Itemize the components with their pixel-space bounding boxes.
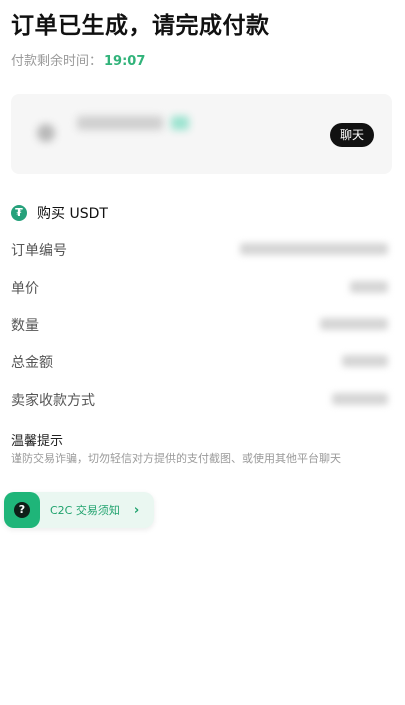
order-number-value-blurred[interactable]: [240, 243, 388, 255]
order-number-label: 订单编号: [11, 243, 67, 259]
quantity-value-blurred: [320, 318, 388, 330]
payment-timer: 付款剩余时间： 19:07: [11, 50, 145, 69]
timer-value: 19:07: [104, 54, 146, 69]
tips-title: 温馨提示: [11, 434, 64, 449]
c2c-rules-label: C2C 交易须知: [50, 504, 120, 517]
seller-name-blurred: [77, 116, 163, 130]
total-amount-label: 总金额: [11, 355, 53, 371]
total-amount-row: 总金额: [11, 350, 392, 372]
buy-header: ₮ 购买 USDT: [11, 203, 108, 223]
quantity-row: 数量: [11, 313, 392, 335]
payment-method-row: 卖家收款方式: [11, 388, 392, 410]
question-icon: ?: [14, 502, 30, 518]
total-amount-value-blurred: [342, 355, 388, 367]
c2c-icon-box: ?: [4, 492, 40, 528]
page-title: 订单已生成，请完成付款: [11, 13, 270, 39]
c2c-rules-button[interactable]: ? C2C 交易须知 ›: [4, 492, 154, 528]
chat-button[interactable]: 聊天: [329, 123, 374, 147]
order-number-row: 订单编号: [11, 238, 392, 260]
buy-label: 购买 USDT: [37, 206, 108, 222]
quantity-label: 数量: [11, 318, 39, 334]
seller-avatar: [37, 124, 55, 142]
tips-text: 谨防交易诈骗，切勿轻信对方提供的支付截图、或使用其他平台聊天: [11, 452, 341, 465]
unit-price-row: 单价: [11, 276, 392, 298]
payment-method-label: 卖家收款方式: [11, 393, 95, 409]
unit-price-value-blurred: [350, 281, 388, 293]
seller-card: 聊天: [11, 94, 392, 174]
seller-verified-badge: [171, 116, 189, 130]
payment-method-value-blurred: [332, 393, 388, 405]
unit-price-label: 单价: [11, 281, 39, 297]
usdt-icon: ₮: [11, 205, 27, 221]
timer-label: 付款剩余时间：: [11, 54, 103, 69]
chevron-right-icon: ›: [133, 502, 140, 518]
